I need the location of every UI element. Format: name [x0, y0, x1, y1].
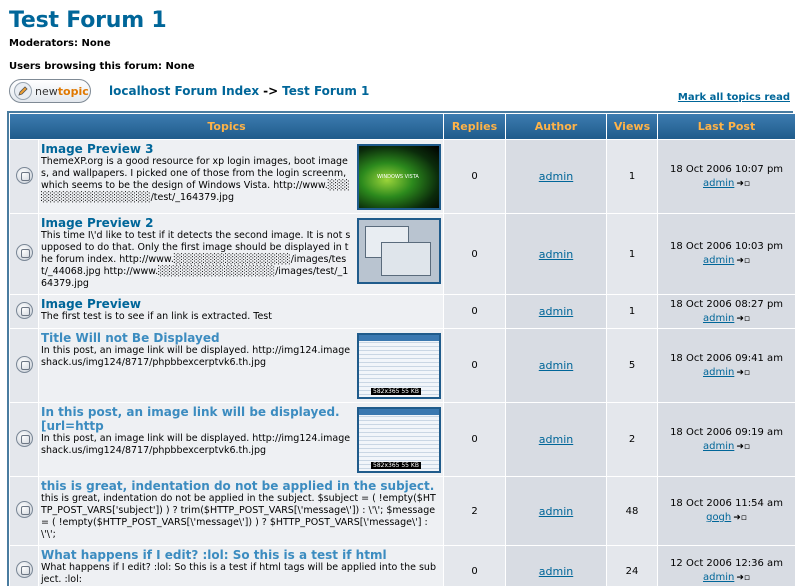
topic-preview: In this post, an image link will be disp… — [41, 345, 351, 368]
views-count: 1 — [607, 214, 657, 294]
table-row: What happens if I edit? :lol: So this is… — [10, 546, 795, 586]
new-topic-button[interactable]: newtopic — [9, 79, 91, 103]
topic-title-link[interactable]: What happens if I edit? :lol: So this is… — [41, 548, 437, 562]
topic-thumbnail[interactable] — [357, 333, 441, 399]
pencil-icon — [14, 82, 32, 100]
goto-post-icon[interactable]: ➜▫ — [736, 256, 750, 266]
author-link[interactable]: admin — [539, 433, 573, 446]
topic-thumbnail[interactable] — [357, 218, 441, 284]
header-views: Views — [607, 114, 657, 139]
last-post-user-link[interactable]: admin — [703, 178, 734, 189]
topic-title-link[interactable]: In this post, an image link will be disp… — [41, 405, 353, 433]
topic-title-link[interactable]: Title Will not Be Displayed — [41, 331, 353, 345]
goto-post-icon[interactable]: ➜▫ — [736, 442, 750, 452]
last-post-date: 18 Oct 2006 10:03 pm — [669, 241, 784, 252]
replies-count: 0 — [444, 403, 505, 476]
topic-title-link[interactable]: Image Preview — [41, 297, 437, 311]
table-row: Image Preview 3 ThemeXP.org is a good re… — [10, 140, 795, 213]
topic-title-link[interactable]: Image Preview 2 — [41, 216, 353, 230]
last-post-user-link[interactable]: admin — [703, 313, 734, 324]
table-row: Image Preview 2 This time I\'d like to t… — [10, 214, 795, 294]
last-post-user-link[interactable]: admin — [703, 572, 734, 583]
goto-post-icon[interactable]: ➜▫ — [736, 314, 750, 324]
topics-table: Topics Replies Author Views Last Post Im… — [9, 113, 796, 586]
folder-icon — [15, 561, 33, 578]
table-row: In this post, an image link will be disp… — [10, 403, 795, 476]
goto-post-icon[interactable]: ➜▫ — [736, 179, 750, 189]
replies-count: 0 — [444, 546, 505, 586]
breadcrumb-separator: -> — [263, 84, 279, 98]
header-last-post: Last Post — [658, 114, 795, 139]
topic-preview: In this post, an image link will be disp… — [41, 433, 351, 456]
goto-post-icon[interactable]: ➜▫ — [736, 368, 750, 378]
topic-thumbnail[interactable] — [357, 407, 441, 473]
topic-preview: this is great, indentation do not be app… — [41, 493, 436, 540]
replies-count: 0 — [444, 329, 505, 402]
views-count: 48 — [607, 477, 657, 545]
topic-title-link[interactable]: Image Preview 3 — [41, 142, 353, 156]
folder-icon — [15, 244, 33, 261]
new-topic-label: newtopic — [35, 84, 89, 98]
views-count: 1 — [607, 295, 657, 328]
last-post-user-link[interactable]: admin — [703, 255, 734, 266]
last-post-user-link[interactable]: admin — [703, 367, 734, 378]
breadcrumb: localhost Forum Index -> Test Forum 1 — [109, 84, 369, 98]
replies-count: 2 — [444, 477, 505, 545]
replies-count: 0 — [444, 295, 505, 328]
header-replies: Replies — [444, 114, 505, 139]
last-post-date: 18 Oct 2006 09:41 am — [670, 352, 783, 364]
replies-count: 0 — [444, 140, 505, 213]
topic-preview: This time I\'d like to test if it detect… — [41, 230, 351, 289]
views-count: 5 — [607, 329, 657, 402]
last-post-date: 18 Oct 2006 10:07 pm — [669, 163, 784, 175]
last-post-date: 12 Oct 2006 12:36 am — [670, 558, 783, 569]
author-link[interactable]: admin — [539, 565, 573, 578]
table-row: this is great, indentation do not be app… — [10, 477, 795, 545]
goto-post-icon[interactable]: ➜▫ — [733, 513, 747, 523]
last-post-date: 18 Oct 2006 09:19 am — [670, 426, 783, 438]
mark-all-read-link[interactable]: Mark all topics read — [678, 92, 790, 103]
views-count: 2 — [607, 403, 657, 476]
header-topics: Topics — [10, 114, 443, 139]
topic-title-link[interactable]: this is great, indentation do not be app… — [41, 479, 437, 493]
goto-post-icon[interactable]: ➜▫ — [736, 573, 750, 583]
table-row: Image Preview The first test is to see i… — [10, 295, 795, 328]
topic-preview: The first test is to see if an link is e… — [41, 311, 272, 322]
author-link[interactable]: admin — [539, 359, 573, 372]
moderators-text: Moderators: None — [9, 38, 111, 49]
topic-thumbnail[interactable] — [357, 144, 441, 210]
last-post-user-link[interactable]: gogh — [706, 512, 731, 523]
folder-icon — [15, 429, 33, 447]
author-link[interactable]: admin — [539, 505, 573, 518]
header-author: Author — [506, 114, 606, 139]
views-count: 1 — [607, 140, 657, 213]
forum-index-link[interactable]: localhost Forum Index — [109, 84, 259, 98]
folder-icon — [15, 301, 33, 319]
folder-icon — [15, 166, 33, 184]
author-link[interactable]: admin — [539, 248, 573, 261]
last-post-date: 18 Oct 2006 11:54 am — [670, 498, 783, 509]
views-count: 24 — [607, 546, 657, 586]
topic-preview: ThemeXP.org is a good resource for xp lo… — [41, 156, 350, 203]
current-forum-link[interactable]: Test Forum 1 — [282, 84, 369, 98]
table-header-row: Topics Replies Author Views Last Post — [10, 114, 795, 139]
topics-table-container: Topics Replies Author Views Last Post Im… — [7, 111, 796, 586]
last-post-date: 18 Oct 2006 08:27 pm — [669, 298, 784, 310]
page-title: Test Forum 1 — [9, 8, 167, 33]
topic-preview: What happens if I edit? :lol: So this is… — [41, 562, 436, 585]
users-browsing-text: Users browsing this forum: None — [9, 61, 195, 72]
table-row: Title Will not Be Displayed In this post… — [10, 329, 795, 402]
folder-icon — [15, 501, 33, 518]
replies-count: 0 — [444, 214, 505, 294]
last-post-user-link[interactable]: admin — [703, 441, 734, 452]
author-link[interactable]: admin — [539, 170, 573, 183]
author-link[interactable]: admin — [539, 305, 573, 318]
folder-icon — [15, 355, 33, 373]
